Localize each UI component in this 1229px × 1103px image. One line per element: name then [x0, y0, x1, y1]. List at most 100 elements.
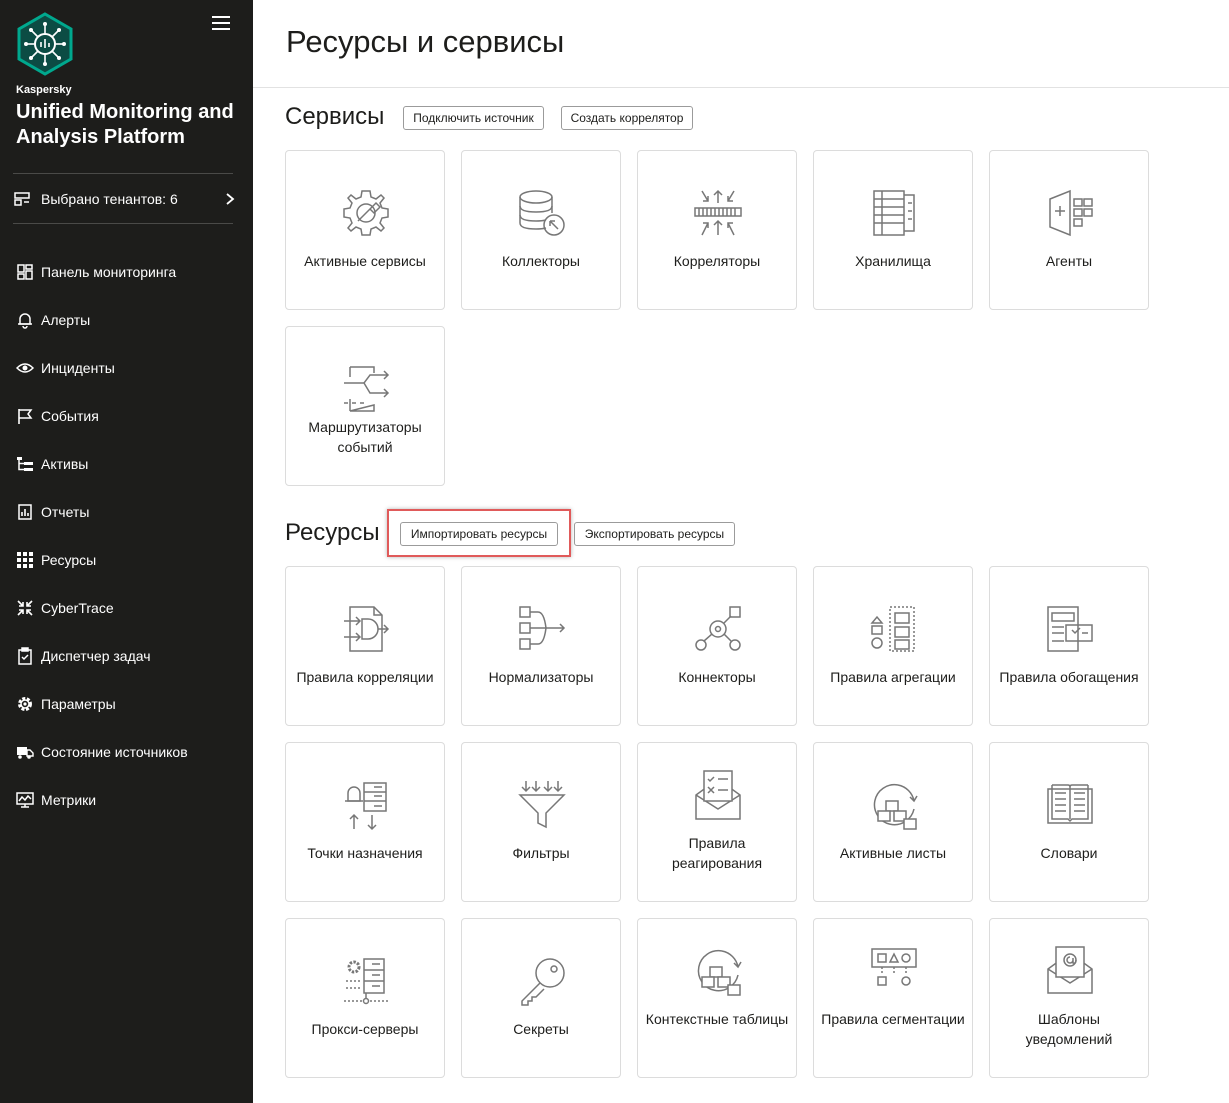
sidebar-item-events[interactable]: События — [16, 392, 241, 440]
import-resources-button[interactable]: Импортировать ресурсы — [400, 522, 558, 546]
tile-proxy-servers[interactable]: Прокси-серверы — [285, 918, 445, 1078]
export-resources-button[interactable]: Экспортировать ресурсы — [574, 522, 735, 546]
correlation-rule-icon — [340, 603, 392, 655]
tile-label: Хранилища — [855, 253, 931, 269]
tile-label: Коннекторы — [678, 669, 756, 685]
sidebar-item-label: Состояние источников — [41, 744, 188, 760]
tile-label: Нормализаторы — [488, 669, 594, 685]
sidebar-item-incidents[interactable]: Инциденты — [16, 344, 241, 392]
tile-label: Прокси-серверы — [311, 1021, 419, 1037]
sidebar: Kaspersky Unified Monitoring and Analysi… — [0, 0, 253, 1103]
tile-storages[interactable]: Хранилища — [813, 150, 973, 310]
wrench-gear-icon — [340, 187, 392, 239]
tree-icon — [16, 455, 34, 473]
tile-segmentation-rules[interactable]: Правила сегментации — [813, 918, 973, 1078]
kaspersky-logo-icon[interactable] — [16, 12, 74, 76]
aggregation-icon — [868, 603, 920, 655]
sidebar-item-label: Ресурсы — [41, 552, 97, 568]
tile-filters[interactable]: Фильтры — [461, 742, 621, 902]
tile-label: Точки назначения — [307, 845, 423, 861]
enrichment-icon — [1044, 603, 1096, 655]
sidebar-item-alerts[interactable]: Алерты — [16, 296, 241, 344]
tenant-label: Выбрано тенантов: 6 — [41, 191, 178, 207]
tile-dictionaries[interactable]: Словари — [989, 742, 1149, 902]
destination-icon — [340, 779, 392, 831]
menu-icon[interactable] — [212, 16, 230, 32]
proxy-server-icon — [340, 955, 392, 1007]
tile-label: Правила корреляции — [296, 669, 434, 685]
tile-active-services[interactable]: Активные сервисы — [285, 150, 445, 310]
sidebar-item-label: Отчеты — [41, 504, 90, 520]
tile-label: Активные сервисы — [304, 253, 426, 269]
tile-label: Секреты — [513, 1021, 569, 1037]
tile-label: Корреляторы — [673, 253, 761, 269]
tile-label: Правила агрегации — [830, 669, 956, 685]
monitor-icon — [16, 791, 34, 809]
tenant-icon — [14, 192, 30, 206]
envelope-icon — [692, 769, 744, 821]
tile-correlation-rules[interactable]: Правила корреляции — [285, 566, 445, 726]
tile-label: Маршрутизаторы событий — [308, 419, 422, 455]
arrows-in-icon — [16, 599, 34, 617]
tile-connectors[interactable]: Коннекторы — [637, 566, 797, 726]
tile-agents[interactable]: Агенты — [989, 150, 1149, 310]
sidebar-item-source-status[interactable]: Состояние источников — [16, 728, 241, 776]
sidebar-item-metrics[interactable]: Метрики — [16, 776, 241, 824]
active-list-icon — [868, 779, 920, 831]
sidebar-item-cybertrace[interactable]: CyberTrace — [16, 584, 241, 632]
tile-label: Агенты — [1045, 253, 1093, 269]
tile-label: Правила сегментации — [821, 1011, 965, 1027]
sidebar-item-task-manager[interactable]: Диспетчер задач — [16, 632, 241, 680]
sidebar-item-label: Инциденты — [41, 360, 115, 376]
tile-response-rules[interactable]: Правила реагирования — [637, 742, 797, 902]
database-icon — [516, 187, 568, 239]
tile-label: Активные листы — [839, 845, 947, 861]
sidebar-item-settings[interactable]: Параметры — [16, 680, 241, 728]
truck-icon — [16, 743, 34, 761]
mail-template-icon — [1044, 945, 1096, 997]
correlator-icon — [692, 187, 744, 239]
product-title: Unified Monitoring and Analysis Platform — [16, 101, 234, 148]
sidebar-item-assets[interactable]: Активы — [16, 440, 241, 488]
context-table-icon — [692, 945, 744, 997]
services-section-title: Сервисы — [285, 103, 385, 130]
sidebar-item-label: Метрики — [41, 792, 97, 808]
sidebar-item-label: Алерты — [41, 312, 91, 328]
tile-label: Контекстные таблицы — [645, 1011, 789, 1027]
page-header: Ресурсы и сервисы — [253, 0, 1229, 88]
router-icon — [340, 363, 392, 415]
divider — [13, 173, 233, 174]
tile-notification-templates[interactable]: Шаблоны уведомлений — [989, 918, 1149, 1078]
sidebar-item-label: Активы — [41, 456, 89, 472]
flag-icon — [16, 407, 34, 425]
tile-aggregation-rules[interactable]: Правила агрегации — [813, 566, 973, 726]
tile-label: Правила обогащения — [999, 669, 1139, 685]
resources-section-title: Ресурсы — [285, 519, 380, 546]
tile-secrets[interactable]: Секреты — [461, 918, 621, 1078]
tile-collectors[interactable]: Коллекторы — [461, 150, 621, 310]
report-icon — [16, 503, 34, 521]
segmentation-icon — [868, 945, 920, 997]
sidebar-item-resources[interactable]: Ресурсы — [16, 536, 241, 584]
tile-correlators[interactable]: Корреляторы — [637, 150, 797, 310]
gear-icon — [16, 695, 34, 713]
divider — [13, 223, 233, 224]
tile-context-tables[interactable]: Контекстные таблицы — [637, 918, 797, 1078]
connect-source-button[interactable]: Подключить источник — [403, 106, 544, 130]
normalizer-icon — [516, 603, 568, 655]
tile-normalizers[interactable]: Нормализаторы — [461, 566, 621, 726]
tile-destinations[interactable]: Точки назначения — [285, 742, 445, 902]
tile-active-lists[interactable]: Активные листы — [813, 742, 973, 902]
tile-enrichment-rules[interactable]: Правила обогащения — [989, 566, 1149, 726]
sidebar-item-dashboard[interactable]: Панель мониторинга — [16, 248, 241, 296]
sidebar-item-label: Панель мониторинга — [41, 264, 177, 280]
tile-event-routers[interactable]: Маршрутизаторы событий — [285, 326, 445, 486]
create-correlator-button[interactable]: Создать коррелятор — [561, 106, 693, 130]
sidebar-item-reports[interactable]: Отчеты — [16, 488, 241, 536]
grid-icon — [16, 551, 34, 569]
sidebar-item-label: CyberTrace — [41, 600, 114, 616]
tile-label: Фильтры — [512, 845, 570, 861]
tile-label: Шаблоны уведомлений — [1025, 1011, 1113, 1047]
sidebar-item-label: Диспетчер задач — [41, 648, 151, 664]
tenant-selector[interactable]: Выбрано тенантов: 6 — [13, 184, 235, 214]
